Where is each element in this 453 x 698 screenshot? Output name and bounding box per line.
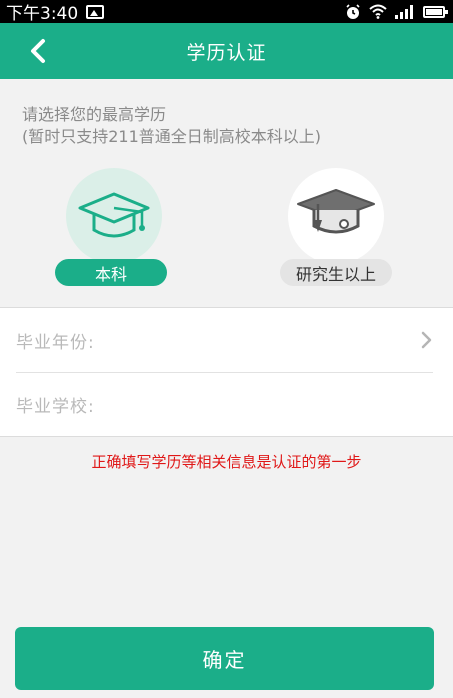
graduation-year-label: 毕业年份: — [16, 332, 95, 353]
postgraduate-label: 研究生以上 — [280, 259, 392, 286]
graduation-year-row[interactable]: 毕业年份: — [0, 308, 453, 372]
form-notice: 正确填写学历等相关信息是认证的第一步 — [91, 453, 362, 471]
degree-option-bachelor[interactable]: 本科 — [44, 168, 184, 288]
app-header: 学历认证 — [0, 23, 453, 79]
battery-icon — [423, 5, 448, 18]
doctoral-cap-icon — [297, 189, 375, 234]
image-notification-icon — [86, 4, 105, 19]
chevron-left-icon — [31, 39, 45, 63]
back-button[interactable] — [22, 35, 54, 67]
chevron-right-icon — [421, 331, 432, 349]
status-time: 下午3:40 — [6, 4, 79, 24]
postgraduate-circle — [288, 168, 384, 264]
graduation-cap-icon — [78, 192, 150, 238]
school-row: 毕业学校: — [0, 372, 453, 436]
education-form: 毕业年份: 毕业学校: — [0, 307, 453, 437]
confirm-button[interactable]: 确定 — [15, 627, 434, 690]
bachelor-circle — [66, 168, 162, 264]
degree-hint: 请选择您的最高学历 (暂时只支持211普通全日制高校本科以上) — [22, 104, 321, 148]
status-bar: 下午3:40 — [0, 0, 453, 24]
hint-line-2: (暂时只支持211普通全日制高校本科以上) — [22, 127, 322, 146]
school-input[interactable] — [104, 393, 389, 415]
hint-line-1: 请选择您的最高学历 — [22, 105, 167, 124]
wifi-icon — [369, 4, 387, 19]
degree-option-postgraduate[interactable]: 研究生以上 — [268, 168, 408, 288]
bachelor-label: 本科 — [55, 259, 167, 286]
school-label: 毕业学校: — [16, 396, 95, 417]
page-title: 学历认证 — [186, 41, 267, 64]
signal-icon — [395, 5, 413, 19]
alarm-icon — [346, 3, 360, 19]
